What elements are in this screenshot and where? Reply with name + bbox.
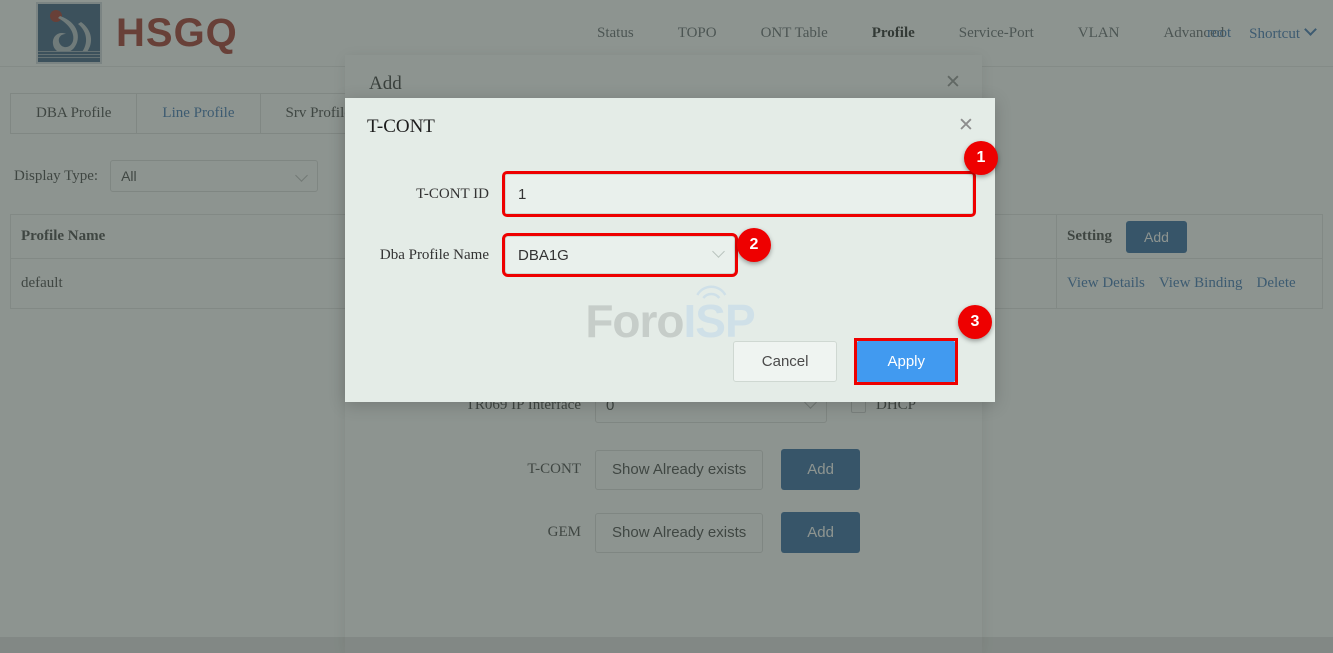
header-right: root Shortcut (1207, 0, 1317, 67)
annotation-badge-3: 3 (958, 305, 992, 339)
brand-logo[interactable]: HSGQ (36, 2, 238, 64)
tcont-show-already-exists-button[interactable]: Show Already exists (595, 449, 764, 490)
tcont-dialog-title: T-CONT (367, 116, 435, 137)
add-dialog-close-icon[interactable]: ✕ (944, 73, 962, 93)
tcont-dialog-close-icon[interactable]: ✕ (957, 116, 975, 136)
wifi-arc-icon (696, 285, 727, 299)
nav-item-vlan[interactable]: VLAN (1056, 25, 1142, 42)
tcont-form: T-CONT ID 1 Dba Profile Name DBA1G (345, 138, 995, 277)
cancel-button[interactable]: Cancel (732, 341, 838, 382)
nav-item-status[interactable]: Status (575, 25, 656, 42)
tab-line-profile[interactable]: Line Profile (136, 93, 261, 134)
field-tcont: T-CONT Show Already exists Add (345, 449, 982, 490)
shortcut-menu[interactable]: Shortcut (1249, 22, 1317, 43)
nav-item-ont-table[interactable]: ONT Table (739, 25, 850, 42)
nav-item-profile[interactable]: Profile (850, 25, 937, 42)
nav-item-service-port[interactable]: Service-Port (937, 25, 1056, 42)
label-tcont-id: T-CONT ID (416, 185, 489, 202)
watermark-isp: ISP (683, 295, 756, 347)
field-gem: GEM Show Already exists Add (345, 512, 982, 553)
tcont-dialog: T-CONT ✕ ForoISP T-CONT ID 1 Dba Profile… (345, 98, 995, 402)
tcont-id-value: 1 (518, 185, 527, 203)
display-type-value: All (121, 168, 137, 184)
chevron-down-icon (1304, 22, 1317, 36)
view-details-link[interactable]: View Details (1067, 275, 1145, 292)
view-binding-link[interactable]: View Binding (1159, 275, 1243, 292)
apply-button[interactable]: Apply (857, 341, 955, 382)
chevron-down-icon (712, 245, 725, 258)
watermark-foro: Foro (585, 295, 684, 347)
display-type-select[interactable]: All (110, 160, 319, 192)
column-header-setting-label: Setting (1067, 228, 1112, 244)
delete-link[interactable]: Delete (1257, 275, 1296, 292)
cell-row-actions: View Details View Binding Delete (1057, 259, 1322, 308)
tcont-dialog-actions: Cancel Apply (345, 338, 995, 385)
gem-add-button[interactable]: Add (781, 512, 860, 553)
column-header-setting: Setting Add (1057, 215, 1322, 258)
user-menu-root[interactable]: root (1207, 25, 1231, 42)
shortcut-label: Shortcut (1249, 25, 1300, 42)
logo-stripes (38, 51, 100, 59)
apply-button-highlight: Apply (854, 338, 958, 385)
gem-show-already-exists-button[interactable]: Show Already exists (595, 512, 764, 553)
dba-profile-name-value: DBA1G (518, 246, 569, 264)
nav-item-topo[interactable]: TOPO (656, 25, 739, 42)
dba-profile-name-select[interactable]: DBA1G (502, 233, 738, 277)
tcont-id-input[interactable]: 1 (502, 171, 976, 217)
foroisp-watermark: ForoISP (585, 285, 756, 348)
tab-dba-profile[interactable]: DBA Profile (10, 93, 138, 134)
tcont-add-button[interactable]: Add (781, 449, 860, 490)
field-dba-profile-name: Dba Profile Name DBA1G (345, 233, 995, 277)
label-tcont: T-CONT (527, 461, 581, 477)
label-dba-profile-name: Dba Profile Name (379, 246, 489, 263)
hsgq-logo-icon (36, 2, 102, 64)
field-tcont-id: T-CONT ID 1 (345, 171, 995, 217)
annotation-badge-1: 1 (964, 141, 998, 175)
add-profile-button[interactable]: Add (1126, 220, 1187, 253)
annotation-badge-2: 2 (737, 228, 771, 262)
display-type-label: Display Type: (14, 167, 99, 184)
add-dialog-title: Add (369, 73, 402, 94)
brand-name: HSGQ (116, 11, 238, 55)
chevron-down-icon (295, 169, 308, 182)
label-gem: GEM (547, 524, 581, 540)
